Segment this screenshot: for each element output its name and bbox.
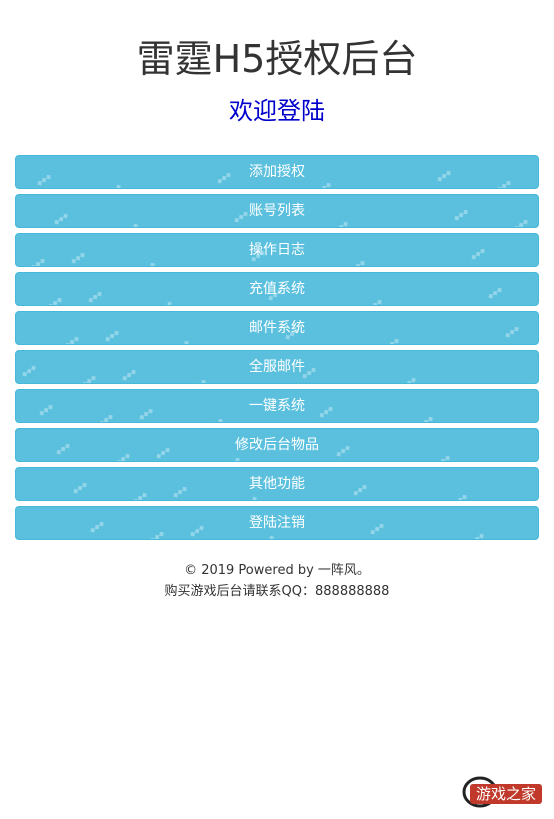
watermark-mark: ◆◆◆ [366,297,384,306]
watermark-mark: ◆◆◆ [495,178,513,189]
other-functions-button[interactable]: 其他功能 ◆◆◆◆◆◆◆◆◆◆◆◆◆◆◆◆◆◆ [15,467,539,501]
watermark-mark: ◆◆◆ [20,363,38,379]
watermark-mark: ◆◆◆ [52,211,70,227]
watermark-mark: ◆◆◆ [88,519,106,535]
watermark-mark: ◆◆◆ [29,256,47,267]
mail-system-label: 邮件系统 [249,320,305,336]
watermark-mark: ◆◆◆ [452,207,470,223]
one-click-system-label: 一键系统 [249,398,305,414]
watermark-mark: ◆◆◆ [215,170,233,186]
watermark-mark: ◆◆◆ [132,250,164,266]
watermark-mark: ◆◆◆ [435,168,453,184]
watermark-mark: ◆◆◆ [417,414,435,423]
watermark-mark: ◆◆◆ [334,443,352,459]
footer: © 2019 Powered by 一阵风。 购买游戏后台请联系QQ：88888… [0,560,554,602]
watermark-mark: ◆◆◆ [383,336,401,345]
watermark-mark: ◆◆◆ [115,211,147,227]
watermark-mark: ◆◆◆ [469,246,487,262]
watermark-mark: ◆◆◆ [368,521,386,537]
watermark-mark: ◆◆◆ [37,402,55,418]
watermark-mark: ◆◆◆ [148,529,166,540]
watermark-mark: ◆◆◆ [188,523,206,539]
add-license-button[interactable]: 添加授权 ◆◆◆ ◆◆◆ ◆◆◆ ◆◆◆ ◆◆◆ ◆◆◆ [15,155,539,189]
watermark-mark: ◆◆◆ [35,172,53,188]
watermark-mark: ◆◆◆ [512,217,530,228]
watermark-mark: ◆◆◆ [114,451,132,462]
watermark-mark: ◆◆◆ [503,324,521,340]
watermark-mark: ◆◆◆ [351,482,369,498]
account-list-label: 账号列表 [249,203,305,219]
watermark-mark: ◆◆◆ [71,480,89,496]
watermark-mark: ◆◆◆ [46,295,64,306]
page-title: 雷霆H5授权后台 [136,37,418,81]
watermark-mark: ◆◆◆ [154,445,172,461]
watermark-mark: ◆◆◆ [200,406,232,422]
operation-log-button[interactable]: 操作日志 ◆◆◆◆◆◆◆◆◆◆◆◆◆◆◆◆◆◆ [15,233,539,267]
watermark-mark: ◆◆◆ [315,180,333,189]
watermark-mark: ◆◆◆ [434,453,452,462]
mail-system-button[interactable]: 邮件系统 ◆◆◆◆◆◆◆◆◆◆◆◆◆◆◆◆◆◆ [15,311,539,345]
menu-list: 添加授权 ◆◆◆ ◆◆◆ ◆◆◆ ◆◆◆ ◆◆◆ ◆◆◆ 账号列表 ◆◆◆ ◆◆◆ ◆◆◆ ◆◆… [15,155,539,545]
watermark-mark: ◆◆◆ [98,172,130,188]
watermark-mark: ◆◆◆ [400,375,418,384]
watermark-mark: ◆◆◆ [54,441,72,457]
one-click-system-button[interactable]: 一键系统 ◆◆◆ ◆◆◆ ◆◆◆ ◆◆◆ ◆◆◆ ◆◆◆ [15,389,539,423]
watermark-mark: ◆◆◆ [468,531,486,540]
server-mail-label: 全服邮件 [249,359,305,375]
recharge-system-button[interactable]: 充值系统 ◆◆◆◆◆◆◆◆◆◆◆◆◆◆◆◆◆◆ [15,272,539,306]
watermark-mark: ◆◆◆ [131,490,149,501]
watermark-mark: ◆◆◆ [137,406,155,422]
watermark-mark: ◆◆◆ [166,328,198,344]
other-functions-label: 其他功能 [249,476,305,492]
watermark-mark: ◆◆◆ [451,492,469,501]
recharge-system-label: 充值系统 [249,281,305,297]
server-mail-button[interactable]: 全服邮件 ◆◆◆◆◆◆◆◆◆◆◆◆◆◆◆◆◆◆ [15,350,539,384]
watermark-mark: ◆◆◆ [86,289,104,305]
add-license-label: 添加授权 [249,164,305,180]
watermark-mark: ◆◆◆ [171,484,189,500]
watermark-mark: ◆◆◆ [332,219,350,228]
watermark-mark: ◆◆◆ [349,258,367,267]
operation-log-label: 操作日志 [249,242,305,258]
site-logo: 游戏之家 [462,776,542,808]
watermark-mark: ◆◆◆ [97,412,115,423]
watermark-mark: ◆◆◆ [120,367,138,383]
watermark-mark: ◆◆◆ [149,289,181,305]
logout-button[interactable]: 登陆注销 ◆◆◆◆◆◆◆◆◆◆◆◆◆◆◆◆◆◆ [15,506,539,540]
modify-items-label: 修改后台物品 [235,437,319,453]
contact-text: 购买游戏后台请联系QQ：888888888 [164,584,390,599]
logout-label: 登陆注销 [249,515,305,531]
account-list-button[interactable]: 账号列表 ◆◆◆◆◆◆◆◆◆◆◆◆◆◆◆◆◆◆ [15,194,539,228]
modify-items-button[interactable]: 修改后台物品 ◆◆◆◆◆◆◆◆◆◆◆◆◆◆◆◆◆◆ [15,428,539,462]
watermark-mark: ◆◆◆ [63,334,81,345]
logo-text: 游戏之家 [476,785,536,803]
watermark-mark: ◆◆◆ [80,373,98,384]
welcome-subtitle: 欢迎登陆 [229,97,325,125]
watermark-mark: ◆◆◆ [183,367,215,383]
watermark-mark: ◆◆◆ [486,285,504,301]
copyright-text: © 2019 Powered by 一阵风。 [184,563,370,578]
watermark-mark: ◆◆◆ [103,328,121,344]
watermark-mark: ◆◆◆ [317,404,335,420]
watermark-mark: ◆◆◆ [69,250,87,266]
